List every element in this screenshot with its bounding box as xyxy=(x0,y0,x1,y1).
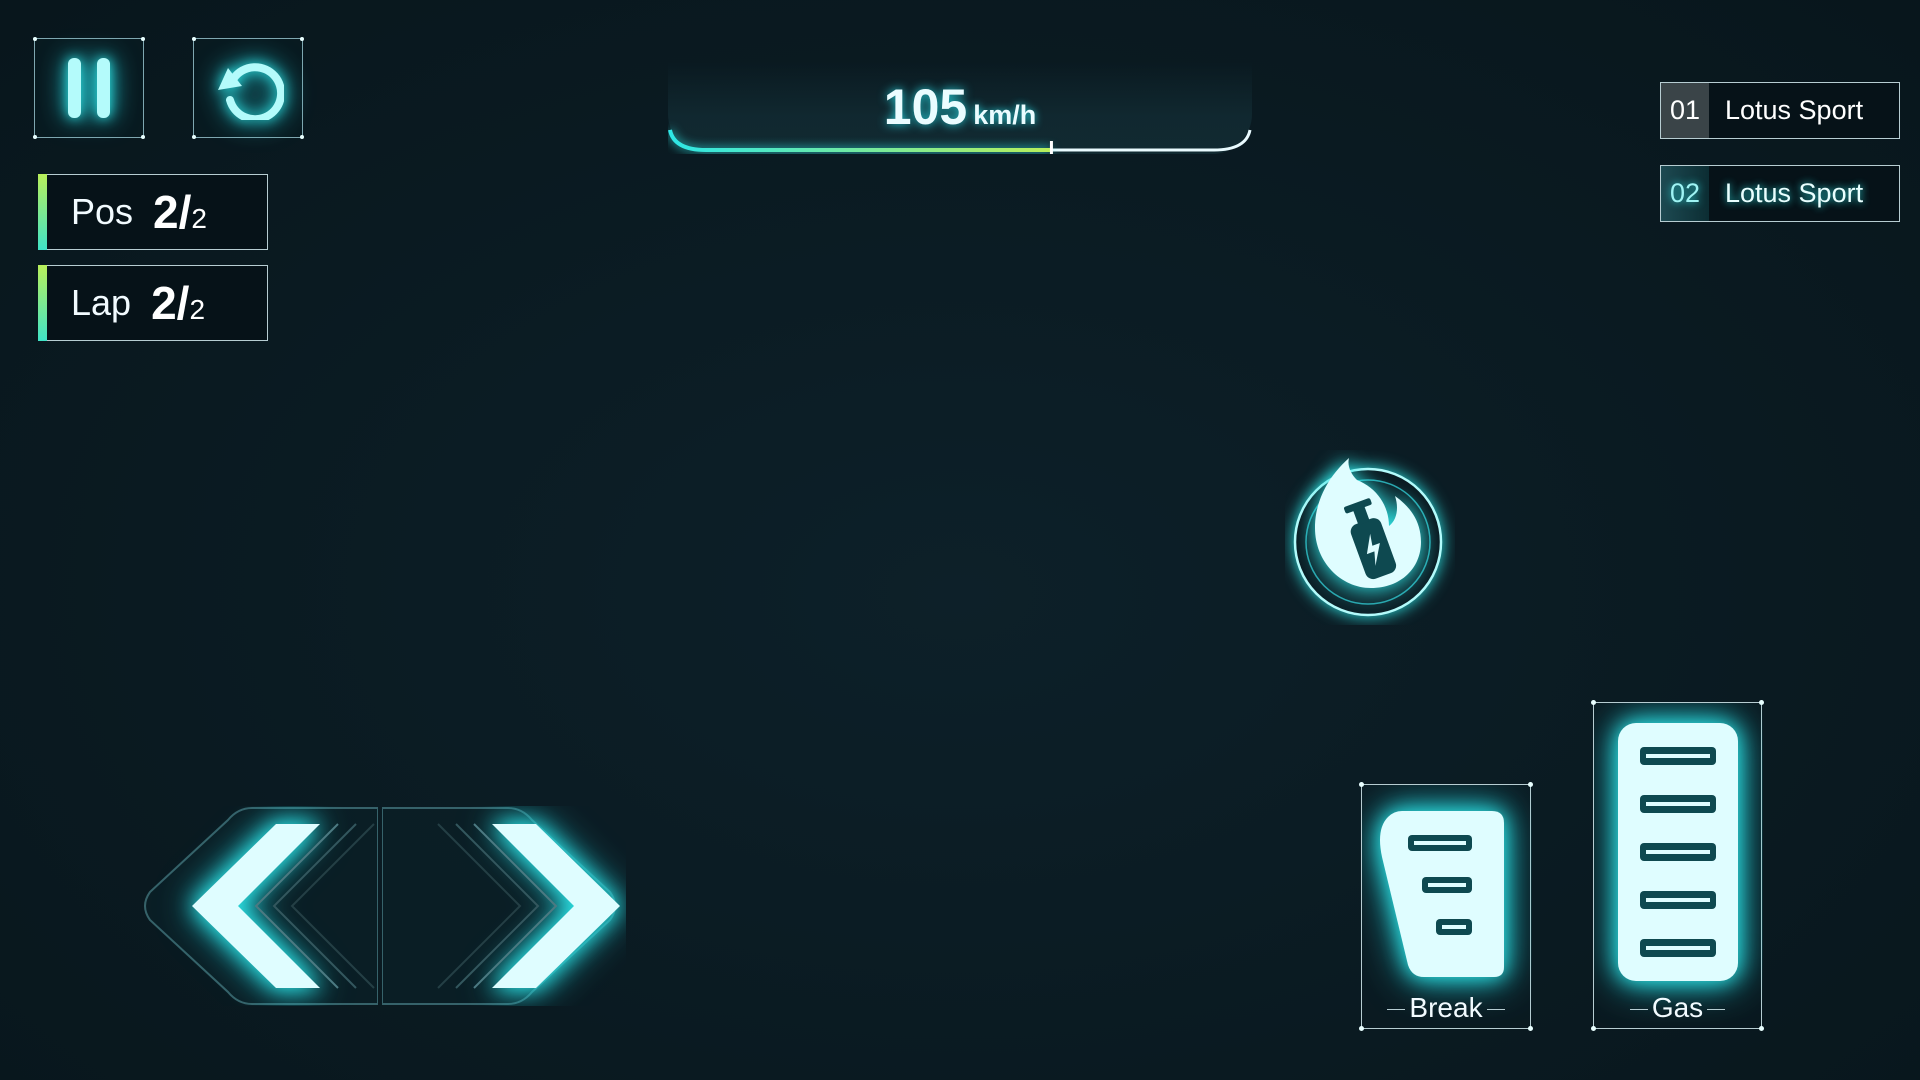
lap-label: Lap xyxy=(71,282,132,323)
steer-right-button[interactable] xyxy=(381,806,626,1006)
position-total: 2 xyxy=(191,203,207,234)
leaderboard-name: Lotus Sport xyxy=(1725,95,1864,125)
lap-panel: Lap 2 / 2 xyxy=(38,265,268,341)
restart-button[interactable] xyxy=(192,37,304,139)
position-label: Pos xyxy=(71,191,134,232)
pause-icon xyxy=(68,58,110,118)
game-hud: Pos 2 / 2 Lap 2 / 2 105 km/h 01 Lotus Sp… xyxy=(0,0,1920,1080)
gas-pedal-icon xyxy=(1618,723,1738,981)
position-panel: Pos 2 / 2 xyxy=(38,174,268,250)
nitro-button[interactable] xyxy=(1285,450,1455,625)
speed-value: 105 xyxy=(883,79,968,135)
speedometer: 105 km/h xyxy=(668,62,1252,154)
gas-pedal-button[interactable]: Gas xyxy=(1591,700,1764,1031)
lap-current: 2 xyxy=(151,277,177,329)
leaderboard-rank: 02 xyxy=(1661,166,1709,221)
panel-accent-bar xyxy=(38,174,47,250)
brake-pedal-button[interactable]: Break xyxy=(1359,782,1533,1031)
leaderboard-rank: 01 xyxy=(1661,83,1709,138)
chevron-right-icon xyxy=(381,807,620,1005)
panel-accent-bar xyxy=(38,265,47,341)
pause-button[interactable] xyxy=(33,37,145,139)
position-current: 2 xyxy=(153,186,179,238)
lap-total: 2 xyxy=(189,294,206,325)
leaderboard-name: Lotus Sport xyxy=(1725,178,1864,208)
nitro-bottle-icon xyxy=(1293,458,1443,617)
chevron-left-icon xyxy=(144,807,379,1005)
leaderboard-row: 01 Lotus Sport xyxy=(1660,82,1900,139)
restart-icon xyxy=(218,63,284,120)
gas-label: Gas xyxy=(1651,992,1704,1023)
steer-left-button[interactable] xyxy=(142,806,379,1006)
brake-label: Break xyxy=(1409,992,1483,1023)
speed-unit: km/h xyxy=(973,100,1037,130)
leaderboard-row-player: 02 Lotus Sport xyxy=(1660,165,1900,222)
